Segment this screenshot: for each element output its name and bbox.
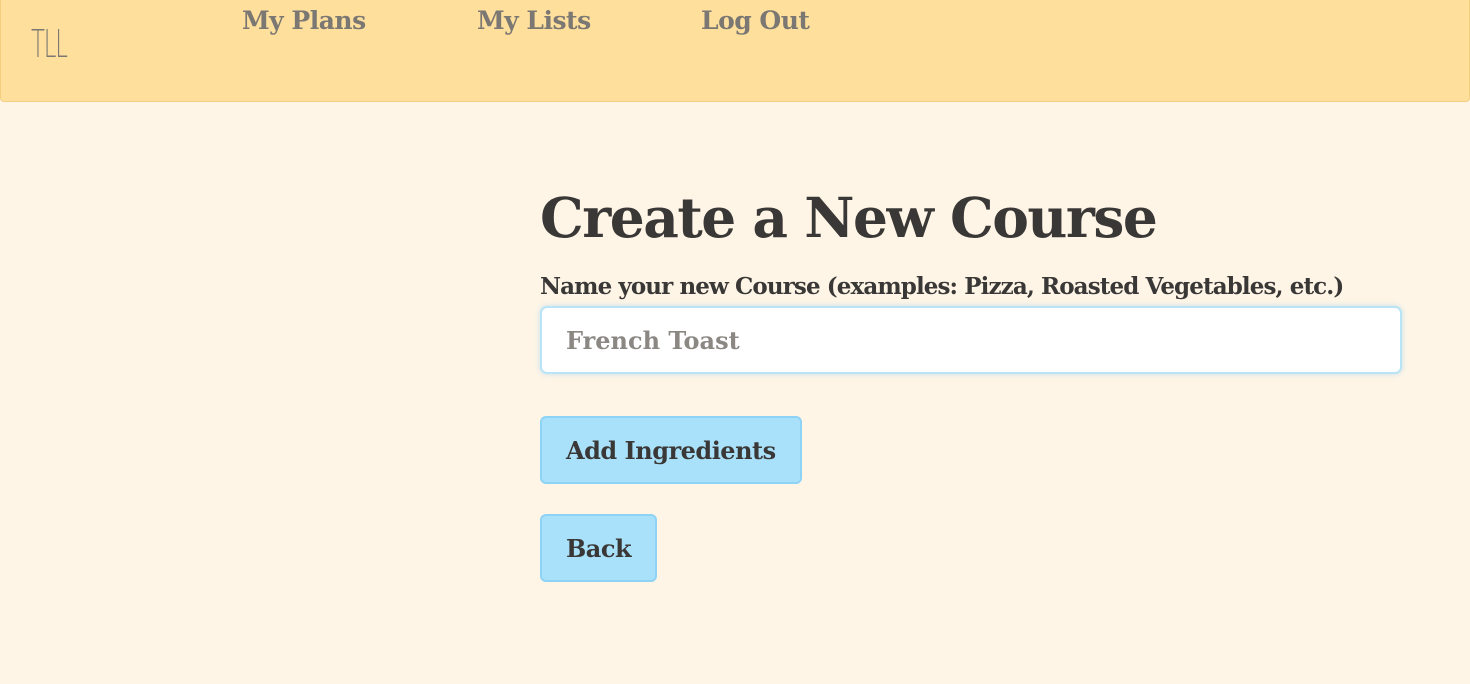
course-name-label: Name your new Course (examples: Pizza, R… [540, 273, 1344, 300]
course-name-input[interactable] [540, 306, 1402, 374]
nav-link-my-lists[interactable]: My Lists [477, 6, 591, 35]
add-ingredients-button[interactable]: Add Ingredients [540, 416, 802, 484]
nav-link-my-plans[interactable]: My Plans [242, 6, 366, 35]
nav-link-log-out[interactable]: Log Out [701, 6, 810, 35]
brand-logo[interactable]: TLL [31, 22, 68, 66]
back-button[interactable]: Back [540, 514, 658, 582]
create-course-form: Create a New Course Name your new Course… [540, 180, 1402, 582]
page-title: Create a New Course [540, 185, 1158, 250]
top-navbar: TLL My Plans My Lists Log Out [0, 0, 1470, 102]
